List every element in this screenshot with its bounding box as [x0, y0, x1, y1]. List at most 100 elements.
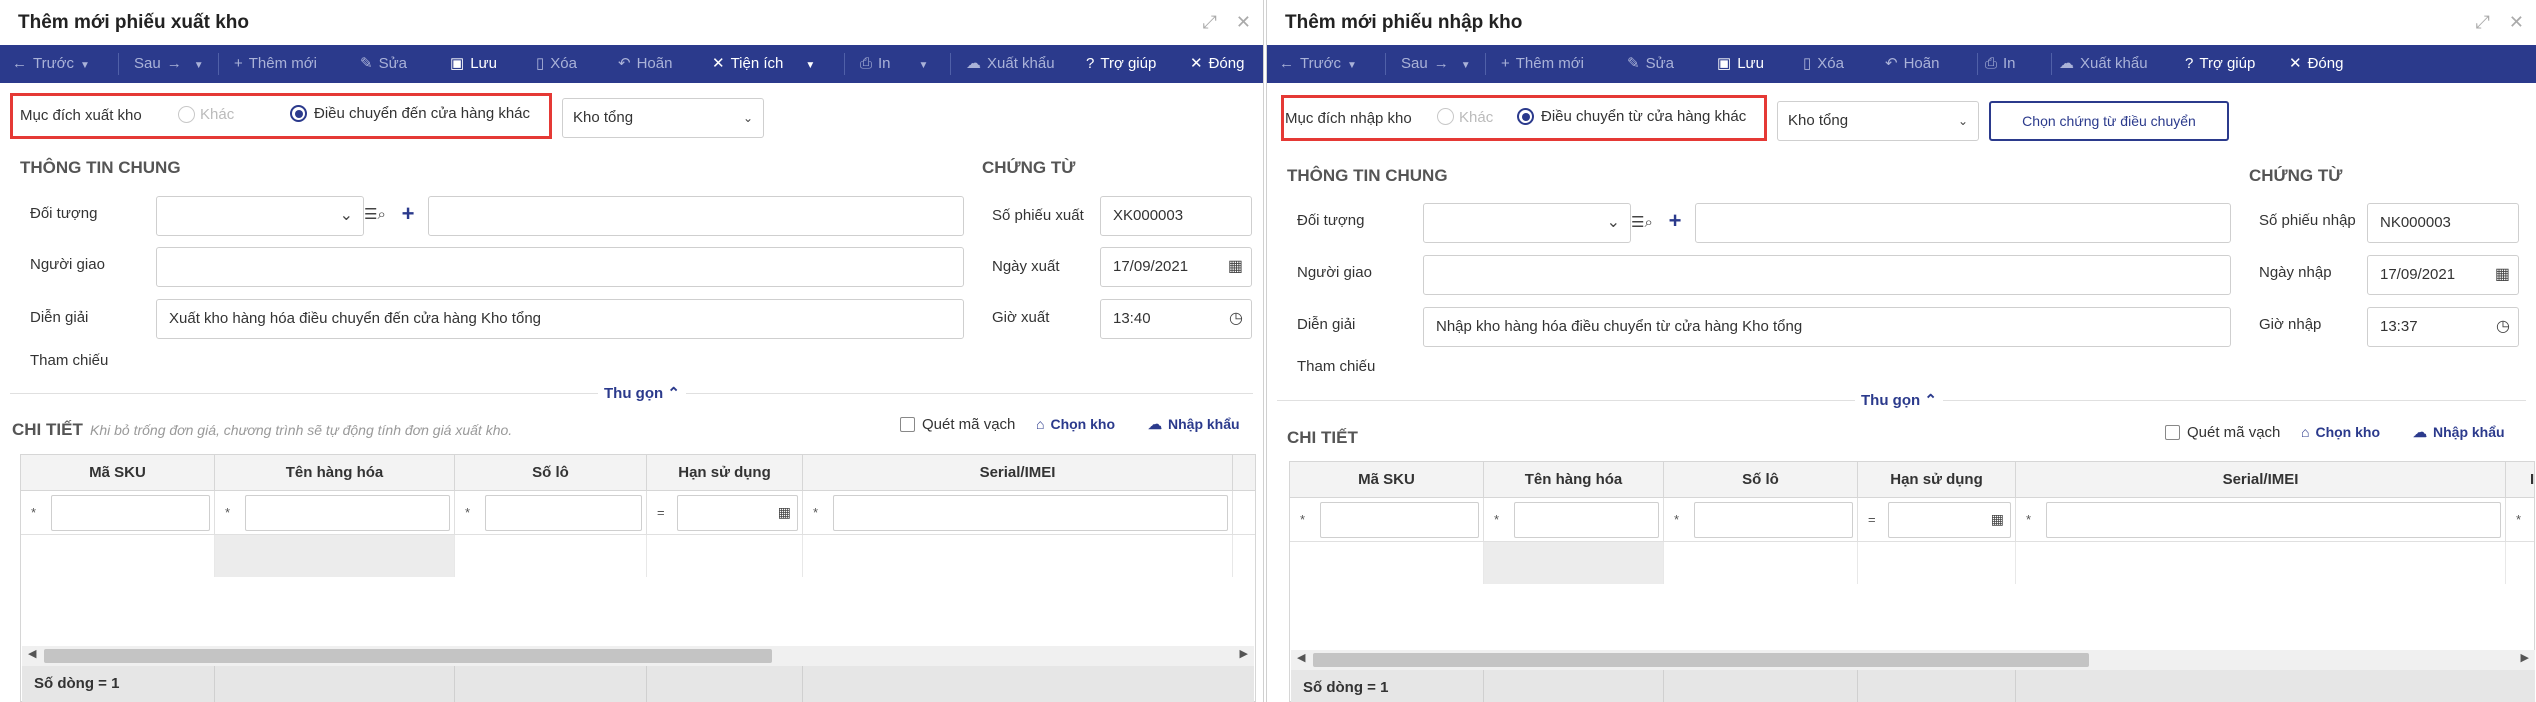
table-cell[interactable]: [647, 535, 803, 577]
object-combo[interactable]: ⌄: [156, 196, 364, 236]
scrollbar-thumb[interactable]: [1313, 653, 2089, 667]
save-button[interactable]: ▣ Lưu: [450, 45, 497, 83]
warehouse-select[interactable]: Kho tổng ⌄: [562, 98, 764, 138]
voucher-number-field[interactable]: NK000003: [2367, 203, 2519, 243]
add-button[interactable]: + Thêm mới: [234, 45, 317, 83]
choose-warehouse-button[interactable]: ⌂ Chọn kho: [2301, 424, 2380, 440]
filter-input[interactable]: [833, 495, 1228, 531]
close-icon[interactable]: ✕: [2509, 12, 2524, 32]
filter-input[interactable]: [485, 495, 642, 531]
prev-button[interactable]: ← Trước ▼: [12, 45, 90, 83]
table-cell[interactable]: [1858, 542, 2016, 584]
filter-input[interactable]: [51, 495, 210, 531]
column-header-sku[interactable]: Mã SKU: [21, 455, 215, 491]
column-header-serial[interactable]: Serial/IMEI: [803, 455, 1233, 491]
filter-operator[interactable]: *: [2516, 512, 2521, 527]
radio-other[interactable]: [1437, 108, 1454, 125]
undo-button[interactable]: ↶ Hoãn: [1885, 45, 1939, 83]
table-cell[interactable]: [455, 535, 647, 577]
warehouse-select[interactable]: Kho tổng ⌄: [1777, 101, 1979, 141]
choose-transfer-voucher-button[interactable]: Chọn chứng từ điều chuyển: [1989, 101, 2229, 141]
export-button[interactable]: ☁ Xuất khẩu: [2059, 45, 2148, 83]
table-cell[interactable]: [1290, 542, 1484, 584]
filter-input[interactable]: [1514, 502, 1659, 538]
add-button[interactable]: + Thêm mới: [1501, 45, 1584, 83]
save-button[interactable]: ▣ Lưu: [1717, 45, 1764, 83]
export-button[interactable]: ☁ Xuất khẩu: [966, 45, 1055, 83]
calendar-icon[interactable]: ▦: [778, 504, 791, 521]
column-header-expiry[interactable]: Hạn sử dụng: [1858, 462, 2016, 498]
filter-operator[interactable]: *: [1674, 512, 1679, 527]
table-cell[interactable]: [1664, 542, 1858, 584]
column-header-more[interactable]: I: [2506, 462, 2534, 498]
undo-button[interactable]: ↶ Hoãn: [618, 45, 672, 83]
scan-barcode-checkbox[interactable]: [2165, 425, 2180, 440]
prev-button[interactable]: ← Trước ▼: [1279, 45, 1357, 83]
filter-operator[interactable]: *: [1300, 512, 1305, 527]
filter-input[interactable]: [1694, 502, 1853, 538]
search-list-icon[interactable]: ☰⌕: [1631, 213, 1653, 231]
voucher-date-field[interactable]: 17/09/2021 ▦: [1100, 247, 1252, 287]
calendar-icon[interactable]: ▦: [2495, 256, 2510, 294]
print-button[interactable]: ⎙ In ▼: [860, 45, 928, 83]
scroll-right-icon[interactable]: ▶: [2521, 651, 2529, 664]
table-cell[interactable]: [803, 535, 1233, 577]
object-name-field[interactable]: [428, 196, 964, 236]
delete-button[interactable]: ▯ Xóa: [536, 45, 577, 83]
print-button[interactable]: ⎙ In: [1985, 45, 2016, 83]
scan-barcode-checkbox[interactable]: [900, 417, 915, 432]
column-header-name[interactable]: Tên hàng hóa: [1484, 462, 1664, 498]
close-button[interactable]: ✕ Đóng: [1190, 45, 1244, 83]
filter-operator[interactable]: *: [465, 505, 470, 520]
add-object-button[interactable]: +: [1661, 203, 1689, 241]
person-field[interactable]: [156, 247, 964, 287]
filter-input[interactable]: ▦: [1888, 502, 2011, 538]
column-header-lot[interactable]: Số lô: [1664, 462, 1858, 498]
description-field[interactable]: Xuất kho hàng hóa điều chuyển đến cửa hà…: [156, 299, 964, 339]
filter-operator[interactable]: *: [225, 505, 230, 520]
edit-button[interactable]: ✎ Sửa: [360, 45, 407, 83]
filter-operator[interactable]: *: [2026, 512, 2031, 527]
voucher-date-field[interactable]: 17/09/2021 ▦: [2367, 255, 2519, 295]
scrollbar-thumb[interactable]: [44, 649, 772, 663]
help-button[interactable]: ? Trợ giúp: [1086, 45, 1156, 83]
horizontal-scrollbar[interactable]: ◀ ▶: [22, 646, 1254, 666]
voucher-time-field[interactable]: 13:40 ◷: [1100, 299, 1252, 339]
expand-icon[interactable]: ⤢: [2475, 12, 2489, 32]
person-field[interactable]: [1423, 255, 2231, 295]
close-icon[interactable]: ✕: [1236, 12, 1251, 32]
filter-operator[interactable]: =: [657, 505, 665, 520]
filter-input[interactable]: [1320, 502, 1479, 538]
voucher-number-field[interactable]: XK000003: [1100, 196, 1252, 236]
column-header-name[interactable]: Tên hàng hóa: [215, 455, 455, 491]
import-button[interactable]: ☁ Nhập khẩu: [2413, 424, 2505, 441]
calendar-icon[interactable]: ▦: [1991, 511, 2004, 528]
column-header-lot[interactable]: Số lô: [455, 455, 647, 491]
table-cell[interactable]: [21, 535, 215, 577]
close-button[interactable]: ✕ Đóng: [2289, 45, 2343, 83]
edit-button[interactable]: ✎ Sửa: [1627, 45, 1674, 83]
search-list-icon[interactable]: ☰⌕: [364, 205, 386, 223]
description-field[interactable]: Nhập kho hàng hóa điều chuyển từ cửa hàn…: [1423, 307, 2231, 347]
filter-input[interactable]: [2046, 502, 2501, 538]
filter-operator[interactable]: *: [1494, 512, 1499, 527]
scroll-right-icon[interactable]: ▶: [1240, 647, 1248, 660]
object-name-field[interactable]: [1695, 203, 2231, 243]
import-button[interactable]: ☁ Nhập khẩu: [1148, 416, 1240, 433]
filter-operator[interactable]: =: [1868, 512, 1876, 527]
column-header-serial[interactable]: Serial/IMEI: [2016, 462, 2506, 498]
object-combo[interactable]: ⌄: [1423, 203, 1631, 243]
add-object-button[interactable]: +: [394, 196, 422, 234]
column-header-expiry[interactable]: Hạn sử dụng: [647, 455, 803, 491]
scroll-left-icon[interactable]: ◀: [1297, 651, 1305, 664]
table-cell[interactable]: [2016, 542, 2506, 584]
utilities-button[interactable]: ✕ Tiện ích ▼: [712, 45, 815, 83]
next-button[interactable]: Sau → ▼: [134, 45, 204, 83]
choose-warehouse-button[interactable]: ⌂ Chọn kho: [1036, 416, 1115, 432]
next-button[interactable]: Sau → ▼: [1401, 45, 1471, 83]
filter-input[interactable]: ▦: [677, 495, 798, 531]
voucher-time-field[interactable]: 13:37 ◷: [2367, 307, 2519, 347]
delete-button[interactable]: ▯ Xóa: [1803, 45, 1844, 83]
expand-icon[interactable]: ⤢: [1202, 12, 1216, 32]
radio-transfer[interactable]: [290, 105, 307, 122]
